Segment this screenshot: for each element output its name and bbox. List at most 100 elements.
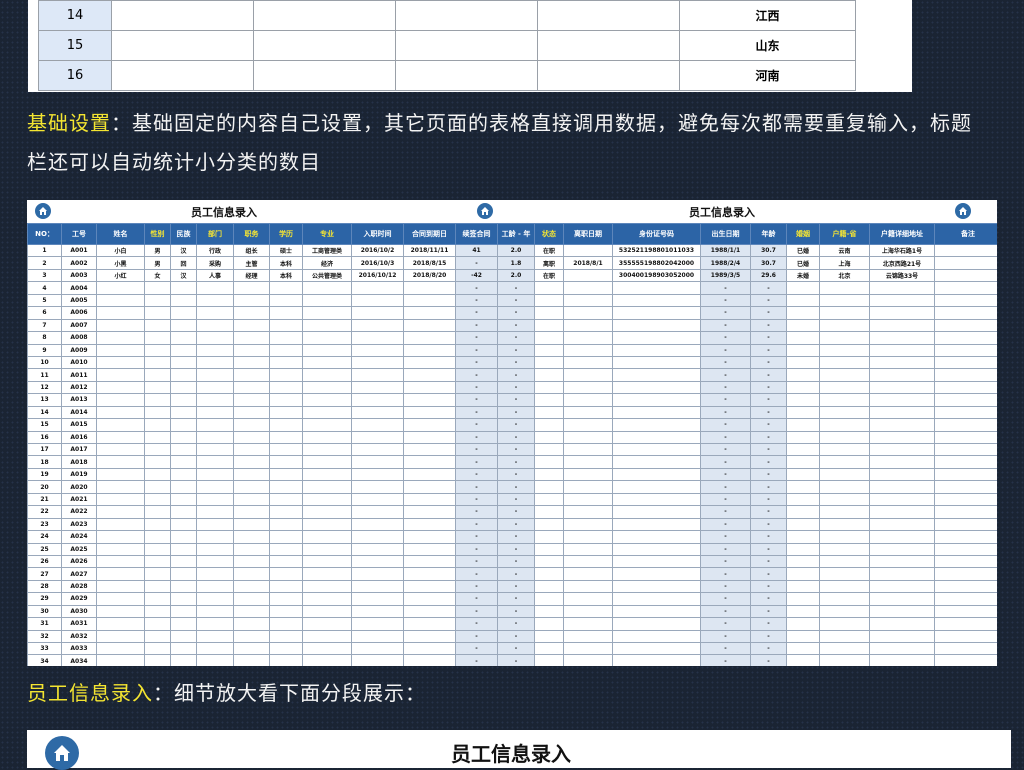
table-cell[interactable]: - bbox=[750, 368, 787, 382]
table-cell[interactable] bbox=[612, 542, 701, 556]
table-cell[interactable]: 2018/11/11 bbox=[403, 243, 456, 258]
table-cell[interactable] bbox=[534, 641, 564, 656]
table-cell[interactable] bbox=[786, 405, 820, 420]
table-cell[interactable] bbox=[786, 480, 820, 494]
table-cell[interactable]: - bbox=[750, 517, 787, 532]
table-cell[interactable] bbox=[196, 554, 234, 569]
table-cell[interactable] bbox=[196, 530, 234, 544]
table-cell[interactable] bbox=[170, 492, 197, 507]
table-cell[interactable]: - bbox=[455, 505, 498, 519]
table-cell[interactable]: A033 bbox=[61, 641, 97, 656]
table-cell[interactable] bbox=[302, 492, 352, 507]
table-cell[interactable] bbox=[196, 380, 234, 395]
table-cell[interactable] bbox=[819, 368, 870, 382]
table-cell[interactable] bbox=[869, 554, 935, 569]
table-cell[interactable]: - bbox=[700, 281, 751, 295]
table-cell[interactable]: A034 bbox=[61, 654, 97, 666]
table-cell[interactable] bbox=[786, 554, 820, 569]
table-cell[interactable]: - bbox=[750, 617, 787, 631]
table-cell[interactable]: - bbox=[700, 629, 751, 644]
table-cell[interactable]: - bbox=[700, 467, 751, 482]
table-cell[interactable] bbox=[96, 318, 145, 333]
table-cell[interactable] bbox=[96, 405, 145, 420]
table-cell[interactable] bbox=[96, 554, 145, 569]
table-cell[interactable]: 已婚 bbox=[786, 243, 820, 258]
table-cell[interactable]: 小黑 bbox=[96, 256, 145, 270]
table-cell[interactable] bbox=[819, 641, 870, 656]
table-cell[interactable] bbox=[819, 505, 870, 519]
table-cell[interactable] bbox=[563, 405, 613, 420]
table-cell[interactable] bbox=[934, 331, 997, 345]
table-cell[interactable] bbox=[170, 281, 197, 295]
table-cell[interactable] bbox=[403, 467, 456, 482]
table-cell[interactable] bbox=[269, 442, 303, 457]
table-cell[interactable] bbox=[612, 492, 701, 507]
table-cell[interactable] bbox=[351, 293, 404, 308]
table-cell[interactable]: A029 bbox=[61, 592, 97, 606]
table-cell[interactable]: 1 bbox=[27, 243, 62, 258]
table-cell[interactable] bbox=[403, 393, 456, 407]
column-header[interactable]: 职务 bbox=[233, 223, 270, 245]
table-cell[interactable]: - bbox=[455, 641, 498, 656]
table-cell[interactable] bbox=[563, 554, 613, 569]
table-cell[interactable]: - bbox=[700, 343, 751, 357]
table-cell[interactable] bbox=[869, 442, 935, 457]
table-cell[interactable]: A008 bbox=[61, 331, 97, 345]
table-cell[interactable] bbox=[302, 306, 352, 320]
table-cell[interactable]: - bbox=[700, 318, 751, 333]
table-cell[interactable] bbox=[96, 617, 145, 631]
table-cell[interactable] bbox=[351, 517, 404, 532]
table-cell[interactable]: A023 bbox=[61, 517, 97, 532]
table-cell[interactable] bbox=[563, 467, 613, 482]
table-cell[interactable]: - bbox=[455, 617, 498, 631]
table-cell[interactable]: A032 bbox=[61, 629, 97, 644]
table-cell[interactable] bbox=[403, 517, 456, 532]
column-header[interactable]: 性别 bbox=[144, 223, 171, 245]
table-cell[interactable] bbox=[269, 604, 303, 619]
table-cell[interactable] bbox=[196, 293, 234, 308]
table-cell[interactable] bbox=[934, 405, 997, 420]
table-cell[interactable]: A020 bbox=[61, 480, 97, 494]
table-cell[interactable] bbox=[302, 293, 352, 308]
table-cell[interactable] bbox=[233, 530, 270, 544]
table-cell[interactable]: A011 bbox=[61, 368, 97, 382]
table-cell[interactable] bbox=[869, 455, 935, 469]
table-cell[interactable] bbox=[869, 480, 935, 494]
table-cell[interactable] bbox=[196, 393, 234, 407]
table-cell[interactable] bbox=[233, 654, 270, 666]
table-cell[interactable]: - bbox=[497, 405, 535, 420]
table-cell[interactable] bbox=[269, 629, 303, 644]
column-header[interactable]: 入职时间 bbox=[351, 223, 404, 245]
table-cell[interactable]: - bbox=[455, 542, 498, 556]
table-cell[interactable]: 23 bbox=[27, 517, 62, 532]
table-cell[interactable] bbox=[612, 617, 701, 631]
table-cell[interactable] bbox=[934, 306, 997, 320]
table-cell[interactable] bbox=[144, 517, 171, 532]
table-cell[interactable]: 未婚 bbox=[786, 268, 820, 283]
table-cell[interactable] bbox=[196, 467, 234, 482]
table-cell[interactable] bbox=[612, 592, 701, 606]
table-cell[interactable]: 2.0 bbox=[497, 268, 535, 283]
table-cell[interactable] bbox=[233, 430, 270, 445]
table-cell[interactable] bbox=[302, 604, 352, 619]
table-cell[interactable] bbox=[196, 368, 234, 382]
table-cell[interactable]: A004 bbox=[61, 281, 97, 295]
table-cell[interactable]: A015 bbox=[61, 418, 97, 432]
table-cell[interactable]: 34 bbox=[27, 654, 62, 666]
home-icon[interactable] bbox=[955, 203, 971, 219]
table-cell[interactable] bbox=[612, 318, 701, 333]
table-cell[interactable] bbox=[351, 455, 404, 469]
table-cell[interactable] bbox=[302, 554, 352, 569]
table-cell[interactable] bbox=[534, 281, 564, 295]
table-cell[interactable] bbox=[269, 293, 303, 308]
table-cell[interactable] bbox=[170, 542, 197, 556]
table-cell[interactable] bbox=[612, 455, 701, 469]
table-cell[interactable]: - bbox=[497, 629, 535, 644]
table-cell[interactable] bbox=[869, 654, 935, 666]
table-cell[interactable] bbox=[96, 604, 145, 619]
table-cell[interactable]: - bbox=[455, 256, 498, 270]
table-cell[interactable]: 30.7 bbox=[750, 243, 787, 258]
table-cell[interactable] bbox=[869, 293, 935, 308]
table-cell[interactable] bbox=[96, 355, 145, 370]
table-cell[interactable]: - bbox=[497, 368, 535, 382]
